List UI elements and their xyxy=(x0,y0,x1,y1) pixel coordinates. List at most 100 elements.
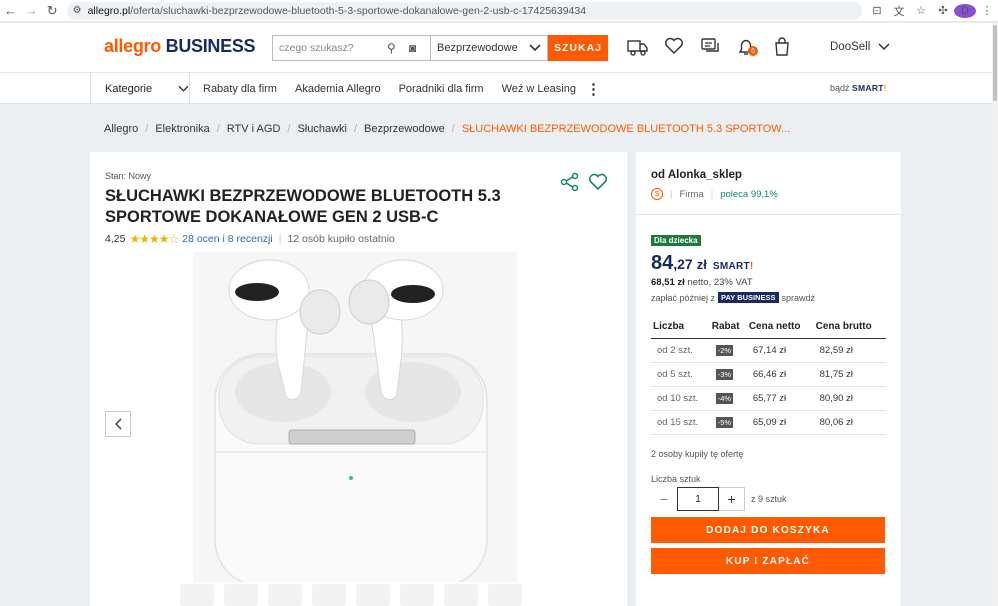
quantity-stepper: − 1 + z 9 sztuk xyxy=(651,487,787,511)
minus-icon[interactable]: − xyxy=(651,487,677,511)
seller-type: Firma xyxy=(679,188,704,200)
more-vertical-icon[interactable]: ⋮ xyxy=(586,80,601,98)
site-header: allegro BUSINESS czego szukasz? ⚲ ◙ Bezp… xyxy=(0,23,992,73)
table-row: od 2 szt. -2% 67,14 zł 82,59 zł xyxy=(651,338,886,363)
thumbnail[interactable] xyxy=(444,584,478,606)
price: 84 ,27 zł SMART! xyxy=(651,252,754,275)
thumbnail[interactable] xyxy=(400,584,434,606)
messages-icon[interactable] xyxy=(692,37,728,57)
gallery-prev-button[interactable] xyxy=(105,411,131,437)
user-name: DooSell xyxy=(830,41,871,53)
quantity-input[interactable]: 1 xyxy=(677,487,719,511)
menu-icon[interactable]: ⋮ xyxy=(976,4,998,17)
price-cents: ,27 xyxy=(673,256,693,272)
nav-link-guides[interactable]: Poradniki dla firm xyxy=(399,83,484,95)
thumbnail[interactable] xyxy=(268,584,302,606)
seller-recommendation[interactable]: poleca 99,1% xyxy=(720,189,778,200)
breadcrumb-item[interactable]: Allegro xyxy=(104,123,138,135)
search-placeholder: czego szukasz? xyxy=(279,42,354,54)
product-title: SŁUCHAWKI BEZPRZEWODOWE BLUETOOTH 5.3 SP… xyxy=(105,187,501,226)
breadcrumb-item[interactable]: Elektronika xyxy=(155,123,209,135)
notification-badge: 6 xyxy=(748,46,758,56)
table-row: od 10 szt. -4% 65,77 zł 80,90 zł xyxy=(651,386,886,411)
breadcrumb-current: SŁUCHAWKI BEZPRZEWODOWE BLUETOOTH 5.3 SP… xyxy=(461,123,791,135)
pay-later: zapłać później z PAY BUSINESS sprawdź xyxy=(651,292,816,303)
site-info-icon[interactable]: ⚙ xyxy=(73,5,82,16)
rating-value: 4,25 xyxy=(105,233,126,245)
heart-icon[interactable] xyxy=(656,37,692,57)
table-row: od 5 szt. -3% 66,46 zł 81,75 zł xyxy=(651,362,886,387)
url-host: allegro.pl xyxy=(87,4,131,17)
category-select[interactable]: Bezprzewodowe xyxy=(430,35,548,61)
breadcrumb-item[interactable]: RTV i AGD xyxy=(227,123,281,135)
pay-check-link[interactable]: sprawdź xyxy=(782,293,816,303)
back-icon[interactable]: ← xyxy=(0,0,21,22)
address-bar[interactable]: ⚙ allegro.pl/oferta/sluchawki-bezprzewod… xyxy=(66,1,862,20)
seller-meta: $ | Firma | poleca 99,1% xyxy=(651,188,778,200)
product-image-earbuds[interactable] xyxy=(193,252,517,582)
nav-link-discounts[interactable]: Rabaty dla firm xyxy=(203,83,277,95)
categories-dropdown[interactable]: Kategorie xyxy=(90,73,190,104)
price-main: 84 xyxy=(651,252,674,274)
nav-link-leasing[interactable]: Weź w Leasing xyxy=(502,83,576,95)
reload-icon[interactable]: ↻ xyxy=(42,0,63,22)
forward-icon[interactable]: → xyxy=(21,0,42,22)
reviews-link[interactable]: 28 ocen i 8 recenzji xyxy=(182,233,272,245)
smart-exclaim-icon: ! xyxy=(749,261,754,272)
notifications-bell-icon[interactable]: 6 xyxy=(728,37,764,57)
breadcrumb-item[interactable]: Słuchawki xyxy=(297,123,347,135)
bookmark-star-icon[interactable]: ☆ xyxy=(910,4,932,17)
rating-stars-icon: ★★★★☆ xyxy=(129,232,179,246)
install-icon[interactable]: ⊡ xyxy=(866,4,888,17)
profile-avatar[interactable]: D xyxy=(954,3,976,18)
category-navbar: Kategorie Rabaty dla firm Akademia Alleg… xyxy=(0,73,992,104)
discount-badge: -3% xyxy=(715,369,734,380)
chevron-left-icon xyxy=(114,418,122,430)
kids-badge: Dla dziecka xyxy=(651,235,701,246)
add-to-cart-button[interactable]: DODAJ DO KOSZYKA xyxy=(651,517,885,543)
truck-icon[interactable] xyxy=(620,37,656,57)
smart-promo-link[interactable]: bądź SMART! xyxy=(830,83,886,93)
allegro-business-logo[interactable]: allegro BUSINESS xyxy=(104,36,256,57)
purchase-panel: od Alonka_sklep $ | Firma | poleca 99,1%… xyxy=(636,152,901,606)
price-currency: zł xyxy=(696,257,707,272)
voice-search-icon[interactable]: ⚲ xyxy=(387,41,396,55)
share-icon[interactable] xyxy=(560,172,580,192)
plus-icon[interactable]: + xyxy=(719,487,745,511)
thumbnail[interactable] xyxy=(224,584,258,606)
seller-name[interactable]: od Alonka_sklep xyxy=(651,169,742,181)
col-header: Rabat xyxy=(709,321,747,339)
thumbnail[interactable] xyxy=(356,584,390,606)
extensions-icon[interactable]: ✣ xyxy=(932,4,954,17)
breadcrumb-item[interactable]: Bezprzewodowe xyxy=(364,123,445,135)
col-header: Cena netto xyxy=(746,321,814,339)
page-scrollbar[interactable] xyxy=(992,23,998,606)
translate-icon[interactable]: 文 xyxy=(888,3,910,19)
camera-icon[interactable]: ◙ xyxy=(409,41,416,55)
chevron-down-icon xyxy=(878,43,890,51)
search-button[interactable]: SZUKAJ xyxy=(548,35,608,61)
thumbnail[interactable] xyxy=(488,584,522,606)
discount-badge: -5% xyxy=(715,417,734,428)
favorite-heart-icon[interactable] xyxy=(588,172,608,192)
quantity-discount-table: Liczba Rabat Cena netto Cena brutto od 2… xyxy=(651,321,886,435)
thumbnail[interactable] xyxy=(180,584,214,606)
company-icon: $ xyxy=(651,188,663,200)
user-menu[interactable]: DooSell xyxy=(830,41,890,53)
discount-badge: -2% xyxy=(715,345,734,356)
chevron-down-icon xyxy=(529,44,541,52)
search-input[interactable]: czego szukasz? ⚲ ◙ xyxy=(272,35,430,61)
smart-badge[interactable]: SMART! xyxy=(713,261,754,272)
cart-icon[interactable] xyxy=(764,37,800,57)
thumbnail[interactable] xyxy=(312,584,346,606)
product-condition: Stan: Nowy xyxy=(105,171,152,181)
bought-recently: 12 osób kupiło ostatnio xyxy=(287,233,395,245)
table-row: od 15 szt. -5% 65,09 zł 80,06 zł xyxy=(651,410,886,435)
nav-link-academy[interactable]: Akademia Allegro xyxy=(295,83,381,95)
quantity-label: Liczba sztuk xyxy=(651,474,701,484)
browser-toolbar: ← → ↻ ⚙ allegro.pl/oferta/sluchawki-bezp… xyxy=(0,0,998,22)
search-bar: czego szukasz? ⚲ ◙ Bezprzewodowe SZUKAJ xyxy=(272,35,608,61)
col-header: Liczba xyxy=(651,321,710,339)
buy-now-button[interactable]: KUP I ZAPŁAĆ xyxy=(651,548,885,574)
pay-business-logo: PAY BUSINESS xyxy=(718,292,779,303)
